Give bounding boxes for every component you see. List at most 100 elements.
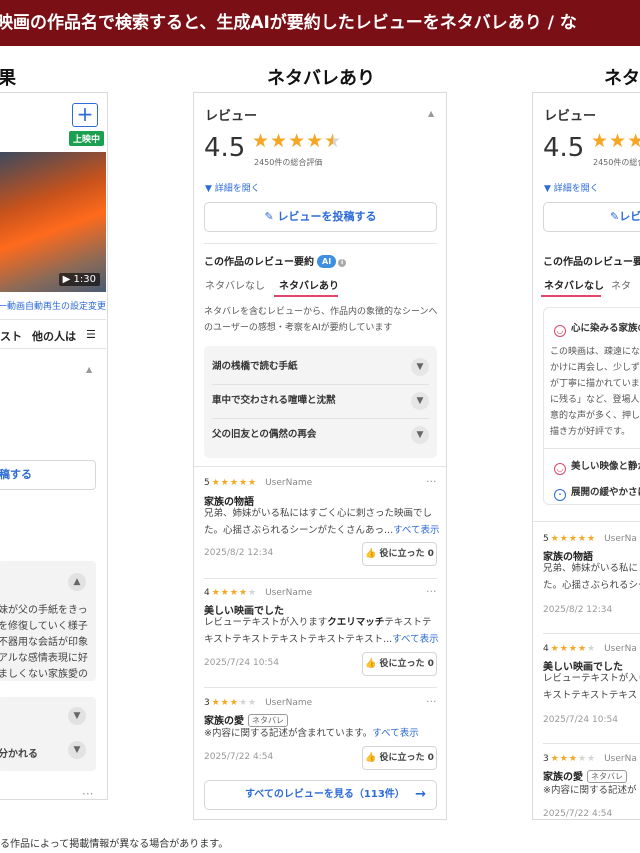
tab-spoiler[interactable]: ネタバレあり [279,277,339,292]
review-user[interactable]: UserNa [604,644,637,654]
summary-point-text: 美しい映像と静か [571,461,640,472]
review-text: 兄弟、姉妹がいる私に [543,563,639,574]
review-stars: ★★★★★ [550,754,597,764]
review-body: レビューテキストが入り キストテキストテキスト [543,670,640,704]
chevron-down-icon[interactable]: ▼ [68,707,86,725]
accordion-label: 父の旧友との偶然の再会 [212,429,317,440]
average-score: 4.5 [204,133,246,163]
accordion-list: 湖の桟橋で読む手紙 ▼ 車中で交わされる喧嘩と沈黙 ▼ 父の旧友との偶然の再会 ▼ [204,346,437,458]
review-date: 2025/7/24 10:54 [204,658,279,668]
autoplay-settings-link[interactable]: 一動画自動再生の設定変更 [0,299,106,312]
chevron-down-icon[interactable]: ▼ [68,741,86,759]
neutral-face-icon: · [554,489,566,501]
review-user[interactable]: UserName [265,588,312,598]
summary-card: ◡ 心に染みる家族の この映画は、疎遠にな かけに再会し、少しず が丁寧に描かれて… [543,307,640,505]
review-meta: 4 ★★★★★ UserName [204,588,312,598]
review-date: 2025/7/24 10:54 [543,715,618,725]
show-all-link[interactable]: すべて表示 [372,728,418,739]
review-body: レビューテキストが入りますクエリマッチテキストテキストテキストテキストテキストテ… [204,614,440,648]
chevron-down-icon: ▼ [411,392,429,410]
active-tab-indicator [274,295,338,297]
ai-badge: AI [317,255,337,268]
divider [543,633,640,634]
more-dots-icon[interactable]: ··· [426,585,437,598]
edit-icon: ✎ [264,210,274,223]
summary-title: この作品のレビュー要約 [543,257,640,268]
summary-line: を修復していく様子 [0,621,88,632]
summary-title: この作品のレビュー要約 AI i [204,253,347,268]
info-icon[interactable]: i [338,259,347,267]
tab-others[interactable]: 他の人は [32,328,76,344]
card-title-text: 心に染みる家族の [571,323,640,334]
more-dots-icon[interactable]: ··· [426,475,437,488]
detail-toggle-link[interactable]: ▼ 詳細を開く [544,181,599,194]
average-score: 4.5 [543,133,585,163]
review-date: 2025/8/2 12:34 [204,548,274,558]
accordion-label: 車中で交わされる喧嘩と沈黙 [212,395,336,406]
review-rating: 3 [204,698,210,708]
post-review-button-partial[interactable]: 稿する [0,460,96,490]
rating-count: 2450件の総合評価 [254,158,323,167]
helpful-button[interactable]: 👍 役に立った 0 [362,746,437,770]
post-review-label: レビューを投稿する [277,210,377,223]
more-dots-icon[interactable]: ··· [426,695,437,708]
accordion-item[interactable]: 車中で交わされる喧嘩と沈黙 ▼ [212,384,429,418]
menu-icon[interactable]: ☰ [86,328,96,341]
add-button[interactable]: + [72,103,98,127]
review-user[interactable]: UserName [265,698,312,708]
now-showing-badge: 上映中 [69,131,105,146]
card-line: 描き方が好評です。 [550,427,631,437]
review-title: 家族の愛 ネタバレ [543,768,627,783]
tab-no-spoiler[interactable]: ネタバレなし [544,277,604,292]
post-review-label: レビ [619,210,640,223]
review-heading: レビュー [544,109,597,124]
card-line: 意的な声が多く、押し [550,411,640,421]
card-line: に残る」など、登場人 [550,395,640,405]
review-rating: 5 [204,478,210,488]
review-date: 2025/7/22 4:54 [204,752,274,762]
all-reviews-button[interactable]: すべてのレビューを見る（113件） → [204,780,437,810]
review-user[interactable]: UserNa [604,534,637,544]
helpful-button[interactable]: 👍 役に立った 0 [362,542,437,566]
edit-icon: ✎ [610,210,620,223]
query-match-text: クエリマッチ [327,617,385,628]
tab-spoiler[interactable]: ネタ [611,277,631,292]
divider [204,243,437,244]
review-date: 2025/7/22 4:54 [543,809,613,819]
summary-line: アルな感情表現に好 [0,653,88,664]
rating-stars: ★★★★★ [252,130,343,152]
review-user[interactable]: UserName [265,478,312,488]
tab-no-spoiler[interactable]: ネタバレなし [205,277,265,292]
review-body: 兄弟、姉妹がいる私に た。心揺さぶられるシー [543,560,640,594]
accordion-item[interactable]: 湖の桟橋で読む手紙 ▼ [212,350,429,384]
accordion-item[interactable]: 父の旧友との偶然の再会 ▼ [212,418,429,452]
summary-point[interactable]: · 展開の緩やかさに [554,484,640,501]
helpful-label: 役に立った 0 [379,753,434,763]
smile-icon: ◡ [554,463,566,475]
review-rating: 4 [204,588,210,598]
detail-toggle-link[interactable]: ▼ 詳細を開く [205,181,260,194]
helpful-label: 役に立った 0 [379,549,434,559]
rating-stars: ★★★ [591,130,640,152]
review-user[interactable]: UserNa [604,754,637,764]
thumbs-up-icon: 👍 [365,753,377,763]
post-review-button[interactable]: ✎レビ [543,202,640,232]
tab-cast[interactable]: スト [0,328,22,344]
chevron-down-icon: ▼ [411,358,429,376]
review-text: た。心揺さぶられるシー [543,580,640,591]
thumbs-up-icon: 👍 [365,549,377,559]
collapse-caret-icon[interactable]: ▲ [428,109,434,118]
review-panel: レビュー ▲ 4.5 ★★★★★ 2450件の総合評価 ▼ 詳細を開く ✎ レビ… [193,92,447,820]
summary-point[interactable]: ◡ 美しい映像と静か [554,458,640,475]
show-all-link[interactable]: すべて表示 [392,634,438,645]
chevron-up-icon[interactable]: ▲ [68,573,86,591]
show-all-link[interactable]: すべて表示 [393,525,439,536]
collapse-caret-icon[interactable]: ▲ [86,365,92,374]
post-review-button[interactable]: ✎ レビューを投稿する [204,202,437,232]
review-stars: ★★★★★ [550,644,597,654]
video-thumbnail[interactable]: ▶ 1:30 [0,152,106,292]
helpful-button[interactable]: 👍 役に立った 0 [362,652,437,676]
review-text: レビューテキストが入り [543,673,640,684]
more-dots-icon[interactable]: ··· [82,787,93,799]
review-meta: 5 ★★★★★ UserNa [543,534,637,544]
